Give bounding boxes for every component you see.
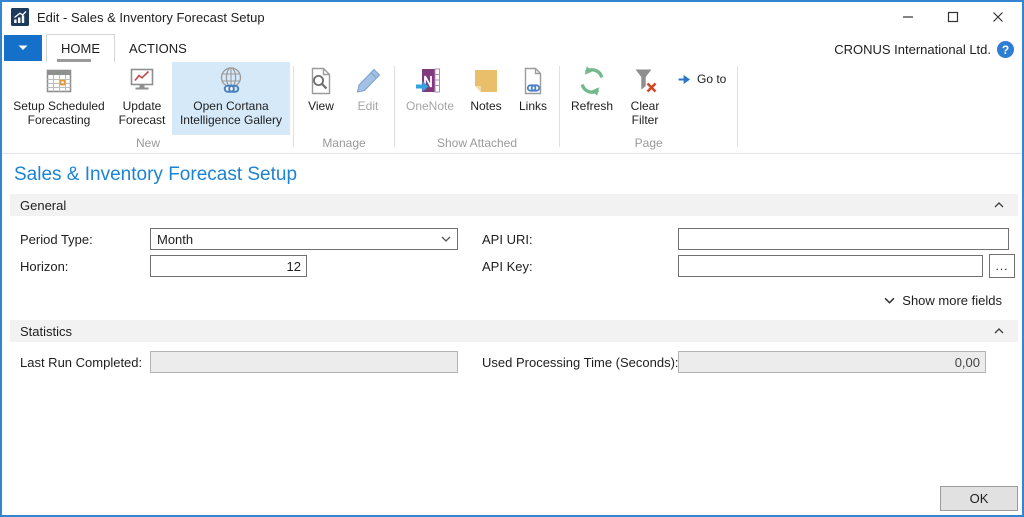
maximize-button[interactable] [930, 2, 975, 32]
document-magnifier-icon [305, 65, 337, 97]
tab-home-label: HOME [61, 41, 100, 56]
ribbon-button-label: Update Forecast [116, 99, 168, 127]
update-forecast-button[interactable]: Update Forecast [112, 62, 172, 135]
api-uri-label: API URI: [482, 232, 533, 247]
refresh-button[interactable]: Refresh [563, 62, 621, 135]
clear-filter-button[interactable]: Clear Filter [621, 62, 669, 135]
ribbon-button-label: View [308, 99, 334, 113]
section-label-statistics: Statistics [20, 324, 72, 339]
ribbon-separator [737, 66, 738, 147]
last-run-completed-input [150, 351, 458, 373]
ribbon-group-page: Refresh Clear Filter Go to Page [563, 62, 734, 153]
ribbon-separator [394, 66, 395, 147]
close-button[interactable] [975, 2, 1020, 32]
ribbon-button-label: Links [519, 99, 547, 113]
ribbon-separator [293, 66, 294, 147]
onenote-icon [414, 65, 446, 97]
ribbon-group-show-attached: OneNote Notes Links Show Attached [398, 62, 556, 153]
horizon-label: Horizon: [20, 259, 68, 274]
period-type-dropdown[interactable]: Month [150, 228, 458, 250]
show-more-fields-label: Show more fields [902, 293, 1002, 308]
section-header-statistics[interactable]: Statistics [10, 320, 1018, 342]
go-to-label: Go to [697, 72, 726, 86]
section-header-general[interactable]: General [10, 194, 1018, 216]
pencil-icon [352, 65, 384, 97]
close-icon [992, 11, 1004, 23]
ribbon-button-label: OneNote [406, 99, 454, 113]
application-menu-button[interactable] [4, 35, 42, 61]
ribbon-group-label-page: Page [563, 135, 734, 153]
notes-button[interactable]: Notes [462, 62, 510, 135]
api-key-input[interactable] [678, 255, 983, 277]
forecast-monitor-icon [126, 65, 158, 97]
chevron-down-icon [18, 45, 28, 51]
tab-home[interactable]: HOME [46, 34, 115, 62]
app-logo-chart-icon [11, 8, 29, 26]
refresh-icon [576, 65, 608, 97]
ribbon-button-label: Clear Filter [625, 99, 665, 127]
ribbon-button-label: Refresh [571, 99, 613, 113]
edit-button[interactable]: Edit [345, 62, 391, 135]
ribbon-group-new: Setup Scheduled Forecasting Update Forec… [6, 62, 290, 153]
ok-button[interactable]: OK [940, 486, 1018, 511]
collapse-statistics-button[interactable] [994, 328, 1004, 334]
period-type-value: Month [157, 232, 441, 247]
ribbon-button-label: Notes [470, 99, 501, 113]
minimize-icon [902, 11, 914, 23]
schedule-grid-icon [43, 65, 75, 97]
ribbon-group-manage: View Edit Manage [297, 62, 391, 153]
open-cortana-intelligence-gallery-button[interactable]: Open Cortana Intelligence Gallery [172, 62, 290, 135]
company-name: CRONUS International Ltd. [834, 42, 991, 57]
document-link-icon [517, 65, 549, 97]
last-run-completed-label: Last Run Completed: [20, 355, 142, 370]
show-more-fields-link[interactable]: Show more fields [884, 293, 1002, 308]
ribbon-group-label-show-attached: Show Attached [398, 135, 556, 153]
chevron-up-icon [994, 202, 1004, 208]
tab-actions[interactable]: ACTIONS [115, 34, 201, 62]
ribbon-button-label: Edit [358, 99, 379, 113]
ribbon-button-label: Setup Scheduled Forecasting [10, 99, 108, 127]
app-window: Edit - Sales & Inventory Forecast Setup … [0, 0, 1024, 517]
horizon-input[interactable] [150, 255, 307, 277]
ribbon-button-label: Open Cortana Intelligence Gallery [176, 99, 286, 127]
title-bar: Edit - Sales & Inventory Forecast Setup [2, 2, 1022, 32]
section-label-general: General [20, 198, 66, 213]
help-icon[interactable]: ? [997, 41, 1014, 58]
collapse-general-button[interactable] [994, 202, 1004, 208]
window-controls [885, 2, 1020, 32]
setup-scheduled-forecasting-button[interactable]: Setup Scheduled Forecasting [6, 62, 112, 135]
onenote-button[interactable]: OneNote [398, 62, 462, 135]
window-title: Edit - Sales & Inventory Forecast Setup [37, 10, 265, 25]
view-button[interactable]: View [297, 62, 345, 135]
period-type-label: Period Type: [20, 232, 93, 247]
clear-filter-icon [629, 65, 661, 97]
api-key-label: API Key: [482, 259, 533, 274]
company-area: CRONUS International Ltd. ? [834, 41, 1022, 62]
sticky-note-icon [470, 65, 502, 97]
tab-actions-label: ACTIONS [129, 41, 187, 56]
maximize-icon [947, 11, 959, 23]
globe-link-icon [215, 65, 247, 97]
api-uri-input[interactable] [678, 228, 1009, 250]
links-button[interactable]: Links [510, 62, 556, 135]
go-to-button[interactable]: Go to [669, 70, 734, 88]
used-processing-time-input [678, 351, 986, 373]
go-to-arrow-icon [677, 74, 692, 85]
ribbon: Setup Scheduled Forecasting Update Forec… [2, 62, 1022, 154]
ribbon-tab-strip: HOME ACTIONS CRONUS International Ltd. ? [2, 32, 1022, 62]
minimize-button[interactable] [885, 2, 930, 32]
ribbon-separator [559, 66, 560, 147]
api-key-assist-button[interactable]: ... [989, 254, 1015, 278]
chevron-down-icon [441, 236, 451, 242]
chevron-down-icon [884, 297, 895, 304]
ribbon-group-label-manage: Manage [297, 135, 391, 153]
chevron-up-icon [994, 328, 1004, 334]
ribbon-group-label-new: New [6, 135, 290, 153]
page-title: Sales & Inventory Forecast Setup [14, 164, 297, 186]
used-processing-time-label: Used Processing Time (Seconds): [482, 355, 679, 370]
